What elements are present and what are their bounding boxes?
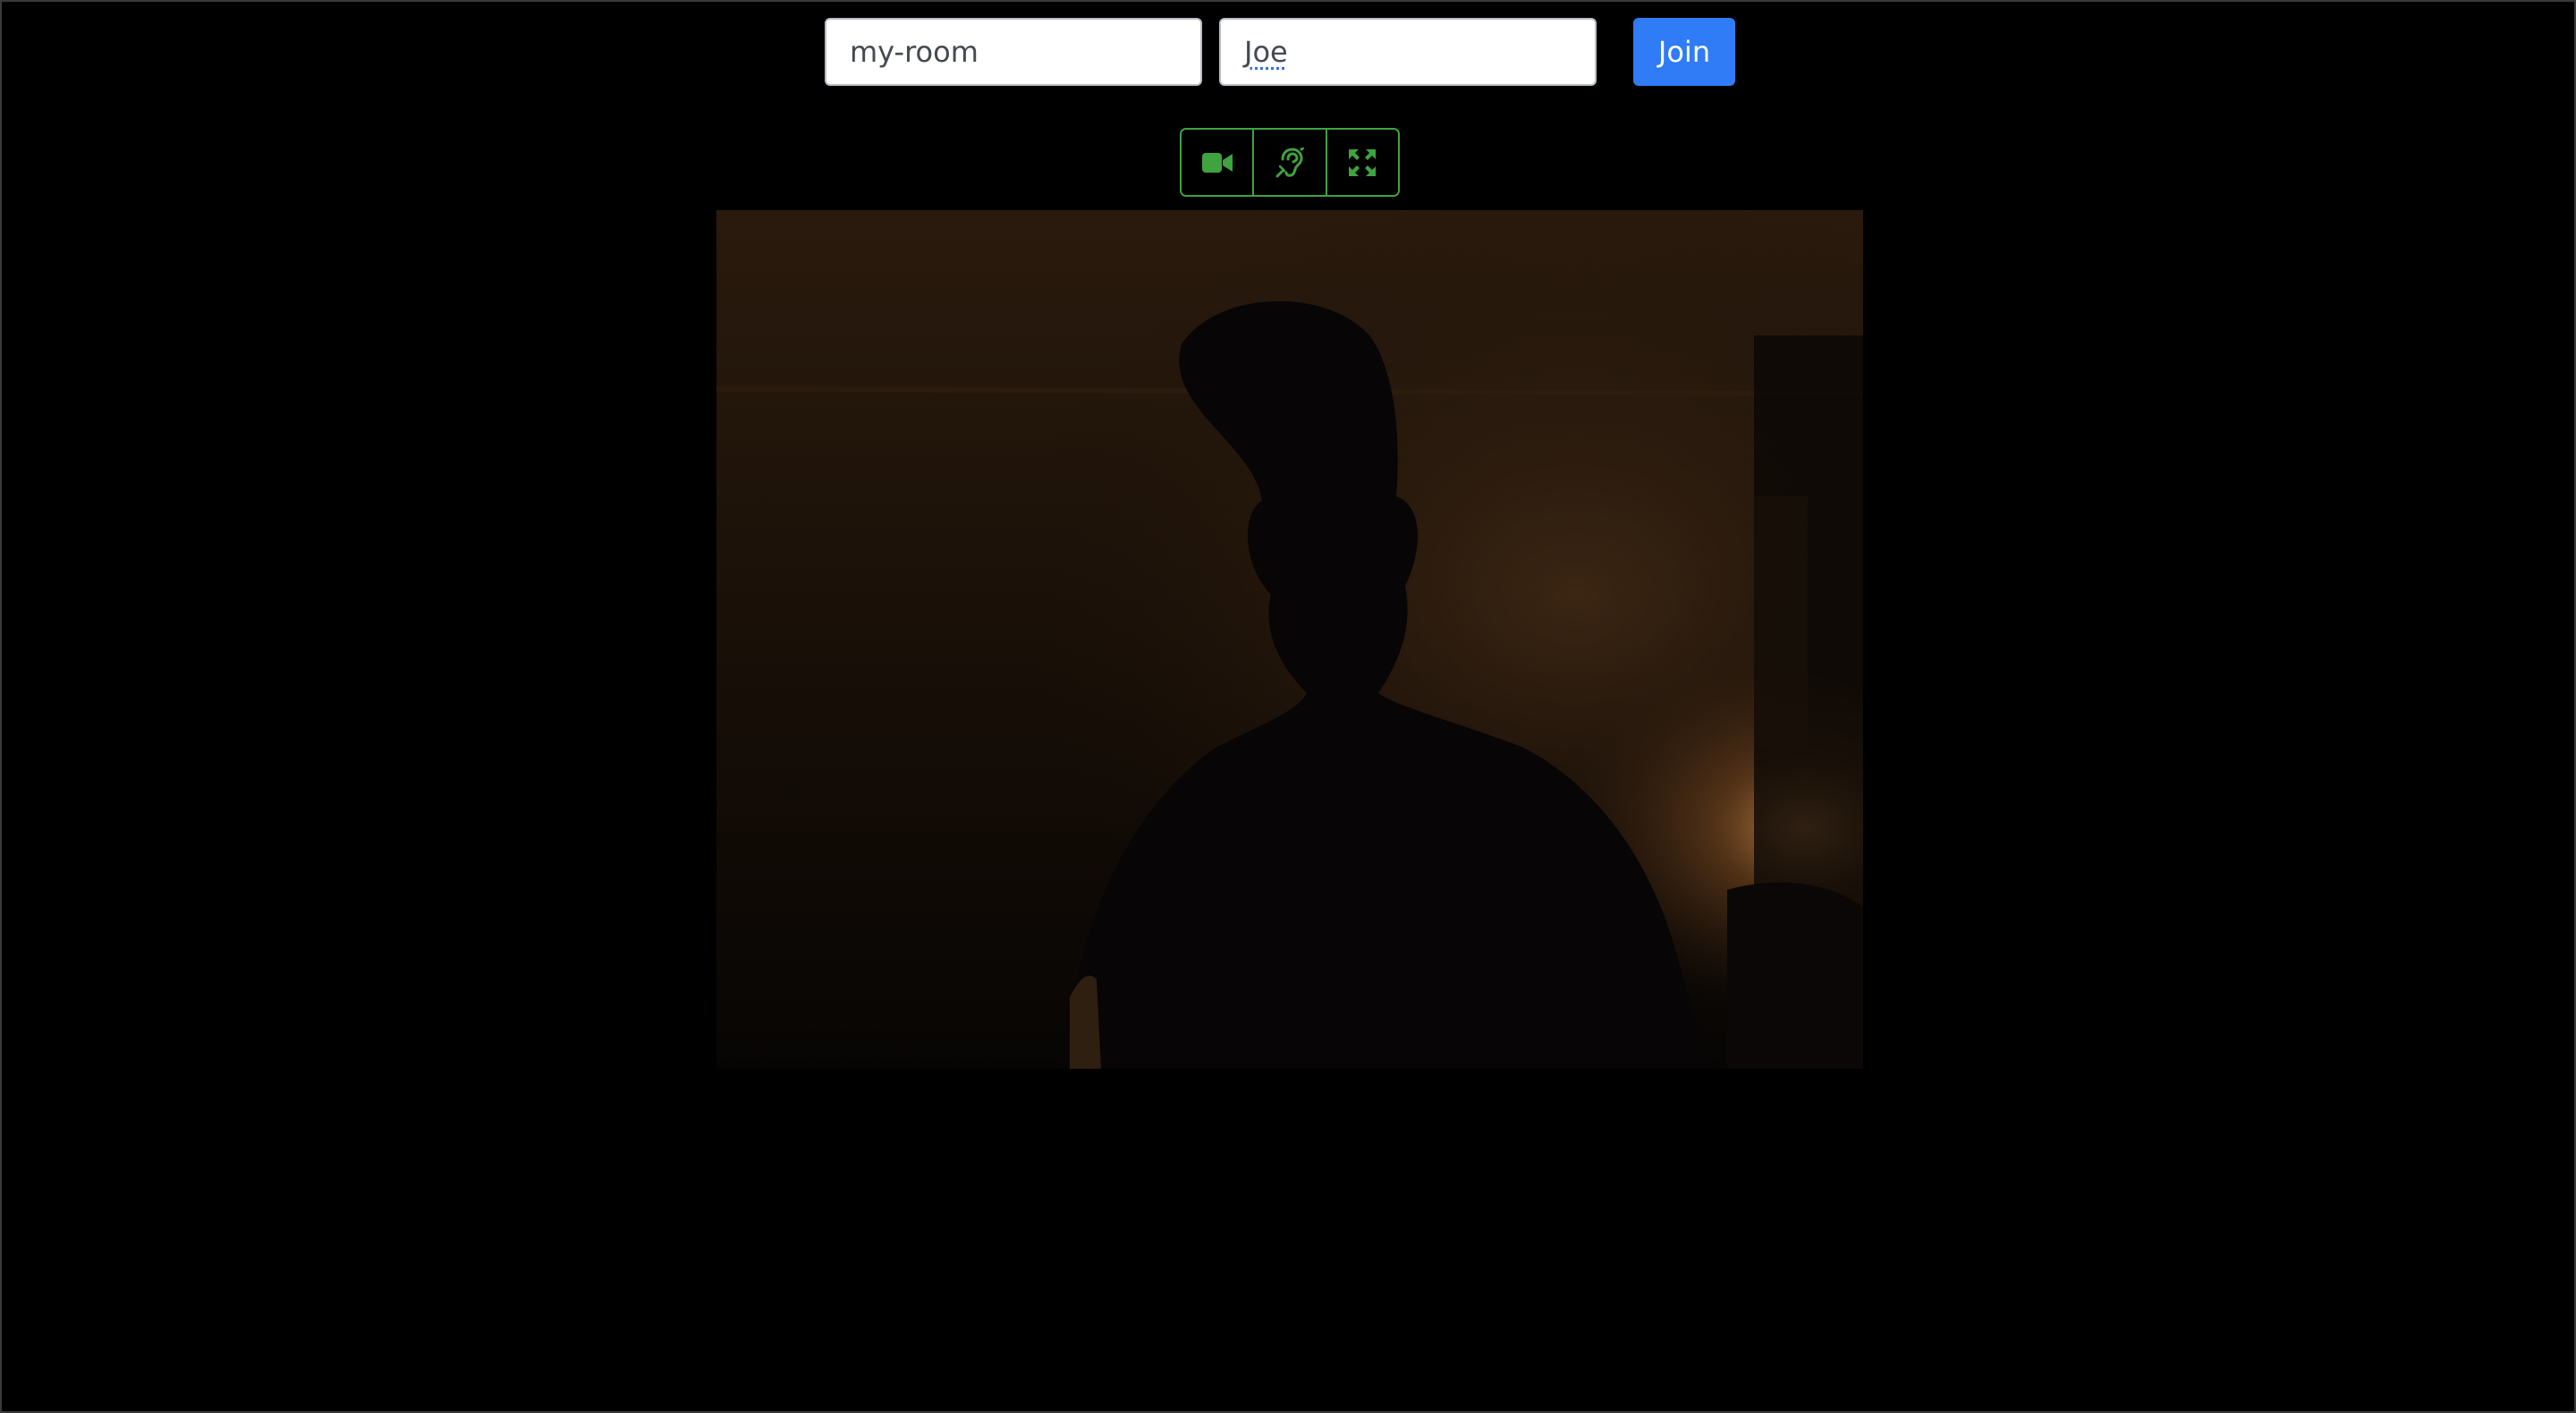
video-camera-icon: [1201, 152, 1233, 173]
toggle-audio-button[interactable]: [1252, 130, 1326, 195]
join-form: my-room Joe Join: [825, 18, 1737, 86]
join-button[interactable]: Join: [1633, 18, 1735, 86]
webcam-image: [716, 210, 1863, 1069]
name-input[interactable]: Joe: [1219, 18, 1597, 86]
media-controls: [1180, 128, 1400, 197]
fullscreen-button[interactable]: [1325, 130, 1398, 195]
fullscreen-icon: [1349, 148, 1377, 176]
toggle-video-button[interactable]: [1182, 130, 1253, 195]
name-input-value: Joe: [1244, 35, 1288, 69]
assistive-listening-icon: [1275, 147, 1304, 178]
local-video-feed: [716, 210, 1863, 1069]
room-input[interactable]: my-room: [825, 18, 1202, 86]
room-input-value: my-room: [850, 35, 979, 69]
app-window: my-room Joe Join: [0, 0, 2576, 1413]
